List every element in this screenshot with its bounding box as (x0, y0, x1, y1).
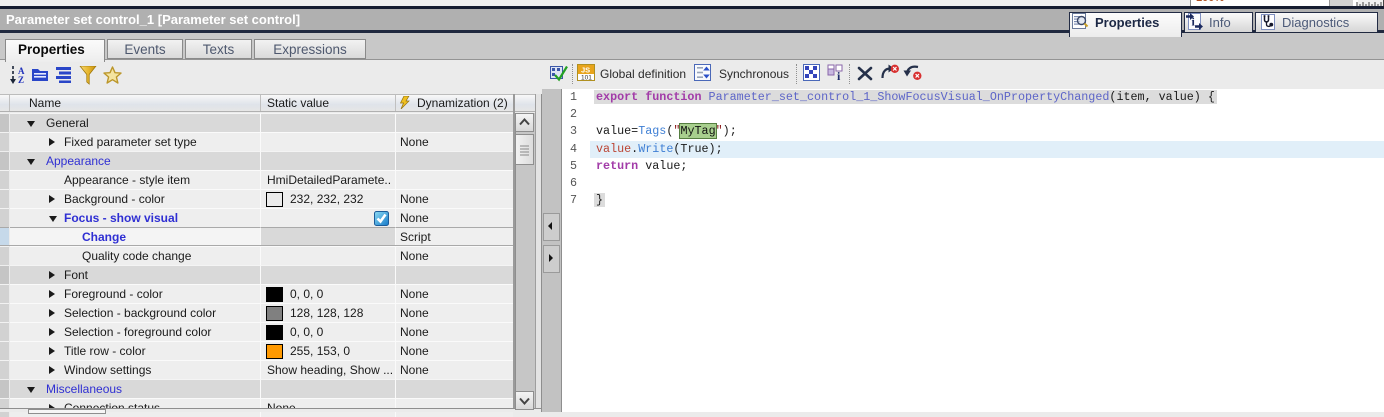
svg-text:JS: JS (581, 66, 590, 75)
svg-text:101: 101 (581, 75, 592, 82)
svg-text:Z: Z (18, 75, 24, 84)
